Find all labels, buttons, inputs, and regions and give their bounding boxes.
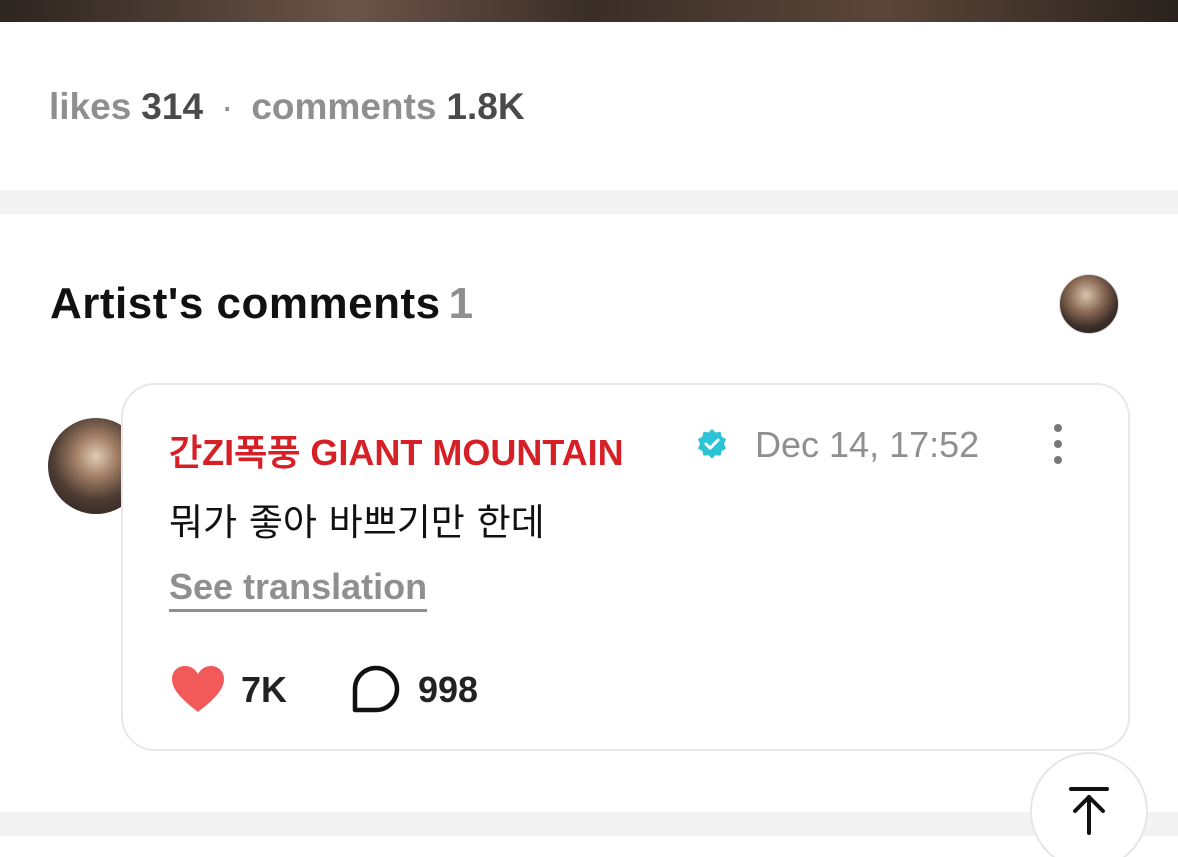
comment-like-count: 7K	[241, 669, 288, 710]
heart-icon[interactable]	[170, 664, 226, 714]
more-options-button[interactable]	[1044, 424, 1072, 464]
section-divider-bottom	[0, 812, 1178, 836]
stats-separator: ·	[221, 86, 234, 127]
comment-reply-count: 998	[418, 669, 479, 710]
post-stats: likes 314 · comments 1.8K	[49, 86, 525, 128]
more-dot	[1054, 456, 1062, 464]
comment-author-name[interactable]: 간ZI폭풍 GIANT MOUNTAIN	[169, 424, 624, 476]
more-dot	[1054, 440, 1062, 448]
artist-comments-title: Artist's comments 1	[50, 279, 474, 329]
artist-comments-count: 1	[448, 279, 474, 328]
likes-label: likes	[49, 86, 132, 127]
comment-text: 뭐가 좋아 바쁘기만 한데	[169, 501, 545, 544]
arrow-up-to-top-icon	[1069, 787, 1109, 835]
verified-badge-icon	[698, 429, 726, 459]
see-translation-link[interactable]: See translation	[169, 566, 428, 612]
comment-bubble-icon[interactable]	[352, 665, 400, 713]
artist-comments-heading: Artist's comments	[50, 279, 441, 328]
comments-label: comments	[251, 86, 437, 127]
artist-avatar-button[interactable]	[1059, 274, 1119, 334]
scroll-to-top-button[interactable]	[1030, 752, 1148, 857]
more-vertical-icon	[1054, 424, 1062, 432]
post-image	[0, 0, 1178, 22]
likes-count: 314	[141, 86, 204, 127]
section-divider	[0, 190, 1178, 214]
comments-count: 1.8K	[446, 86, 525, 127]
comment-timestamp: Dec 14, 17:52	[755, 424, 980, 465]
